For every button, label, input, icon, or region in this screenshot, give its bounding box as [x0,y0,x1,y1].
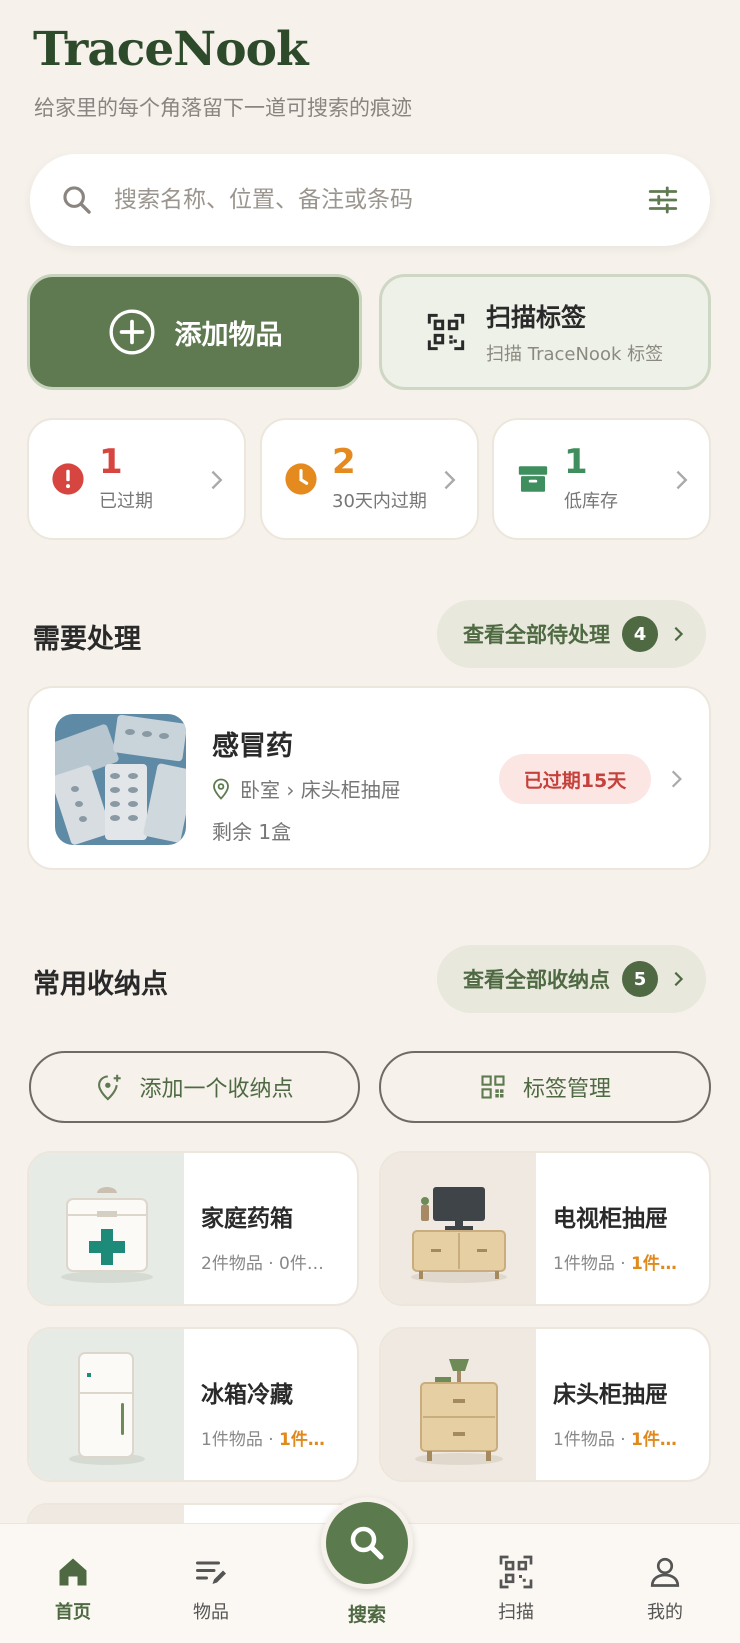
location-meta: 2件物品 · 0件… [201,1249,346,1274]
stat-expiring[interactable]: 2 30天内过期 [260,418,479,540]
chevron-right-icon [444,470,456,490]
location-meta-warning: 1件… [279,1430,325,1450]
chevron-right-icon [674,626,684,642]
location-meta-count: 1件物品 · [553,1254,632,1274]
locations-section-title: 常用收纳点 [33,969,168,1000]
nav-scan-label: 扫描 [498,1602,534,1623]
stat-expiring-value: 2 [332,442,356,482]
location-pin-icon [213,778,229,800]
view-all-attention-button[interactable]: 查看全部待处理 4 [437,600,706,668]
scan-tag-button[interactable]: 扫描标签 扫描 TraceNook 标签 [379,274,711,390]
location-meta-warning: 1件… [631,1254,677,1274]
location-name: 家庭药箱 [201,1206,293,1232]
item-quantity: 剩余 1盒 [212,820,292,844]
location-card-tv-cabinet[interactable]: 电视柜抽屉 1件物品 · 1件… [379,1151,711,1306]
fridge-illustration [29,1329,184,1480]
chevron-right-icon [211,470,223,490]
add-item-button[interactable]: 添加物品 [27,274,362,390]
stat-expired[interactable]: 1 已过期 [27,418,246,540]
medicine-box-illustration [29,1153,184,1304]
location-meta: 1件物品 · 1件… [553,1425,698,1450]
brand-title: TraceNook [33,22,309,77]
chevron-right-icon [671,770,682,788]
list-edit-icon [196,1561,226,1584]
view-all-locations-label: 查看全部收纳点 [463,968,610,992]
qr-grid-icon [481,1075,505,1099]
filter-sliders-icon[interactable] [646,183,680,217]
locations-count-badge: 5 [622,961,658,997]
user-icon [650,1557,680,1587]
stat-low-stock-value: 1 [564,442,588,482]
archive-box-icon [518,466,548,492]
nav-me-label: 我的 [647,1602,683,1623]
nav-home-label: 首页 [55,1602,91,1623]
add-location-pin-icon [98,1074,122,1101]
nav-items[interactable]: 物品 [166,1554,256,1624]
alert-icon [52,463,84,495]
location-meta-count: 1件物品 · [201,1430,280,1450]
scan-tag-title: 扫描标签 [486,303,587,332]
stat-low-stock-label: 低库存 [564,491,618,512]
search-fab-button[interactable] [321,1497,413,1589]
search-icon [350,1526,384,1560]
item-location: 卧室 › 床头柜抽屉 [212,774,401,803]
chevron-right-icon [674,971,684,987]
home-icon [59,1558,87,1586]
location-meta-count: 1件物品 · [553,1430,632,1450]
search-icon [63,186,91,214]
tagline: 给家里的每个角落留下一道可搜索的痕迹 [34,96,412,120]
stat-expired-value: 1 [99,442,123,482]
nav-home[interactable]: 首页 [28,1554,118,1624]
stat-expired-label: 已过期 [99,491,153,512]
location-meta: 1件物品 · 1件… [553,1249,698,1274]
location-name: 冰箱冷藏 [201,1382,293,1408]
scan-tag-subtitle: 扫描 TraceNook 标签 [486,344,664,365]
location-meta: 1件物品 · 1件… [201,1425,346,1450]
add-location-label: 添加一个收纳点 [139,1077,294,1102]
attention-count-badge: 4 [622,616,658,652]
attention-item-card[interactable]: 感冒药 卧室 › 床头柜抽屉 剩余 1盒 已过期15天 [27,686,711,870]
nav-me[interactable]: 我的 [620,1554,710,1624]
plus-circle-icon [109,309,154,355]
location-card-medicine-box[interactable]: 家庭药箱 2件物品 · 0件… [27,1151,359,1306]
location-name: 床头柜抽屉 [553,1382,668,1408]
stat-low-stock[interactable]: 1 低库存 [492,418,711,540]
nav-search-label: 搜索 [347,1604,386,1626]
location-meta-warning: 1件… [631,1430,677,1450]
add-location-button[interactable]: 添加一个收纳点 [29,1051,360,1123]
nav-items-label: 物品 [193,1602,229,1623]
search-bar[interactable] [30,154,710,246]
nightstand-illustration [381,1329,536,1480]
location-card-fridge[interactable]: 冰箱冷藏 1件物品 · 1件… [27,1327,359,1482]
qr-code-icon [427,313,465,351]
search-input[interactable] [114,187,646,213]
tag-management-button[interactable]: 标签管理 [379,1051,711,1123]
location-name: 电视柜抽屉 [553,1206,668,1232]
medicine-thumbnail [55,714,186,845]
tag-management-label: 标签管理 [522,1077,611,1102]
chevron-right-icon [676,470,688,490]
add-item-label: 添加物品 [174,319,283,351]
nav-scan[interactable]: 扫描 [471,1554,561,1624]
app-root: TraceNook 给家里的每个角落留下一道可搜索的痕迹 添加物品 [0,0,740,1643]
view-all-attention-label: 查看全部待处理 [463,623,610,647]
item-name: 感冒药 [212,731,293,762]
location-meta-count: 2件物品 · 0件… [201,1254,324,1274]
qr-scan-icon [499,1555,533,1589]
item-location-text: 卧室 › 床头柜抽屉 [240,778,401,802]
location-card-nightstand[interactable]: 床头柜抽屉 1件物品 · 1件… [379,1327,711,1482]
tv-cabinet-illustration [381,1153,536,1304]
view-all-locations-button[interactable]: 查看全部收纳点 5 [437,945,706,1013]
clock-icon [285,463,317,495]
attention-section-title: 需要处理 [33,624,141,655]
expired-status-badge: 已过期15天 [499,754,651,804]
stat-expiring-label: 30天内过期 [332,491,427,512]
